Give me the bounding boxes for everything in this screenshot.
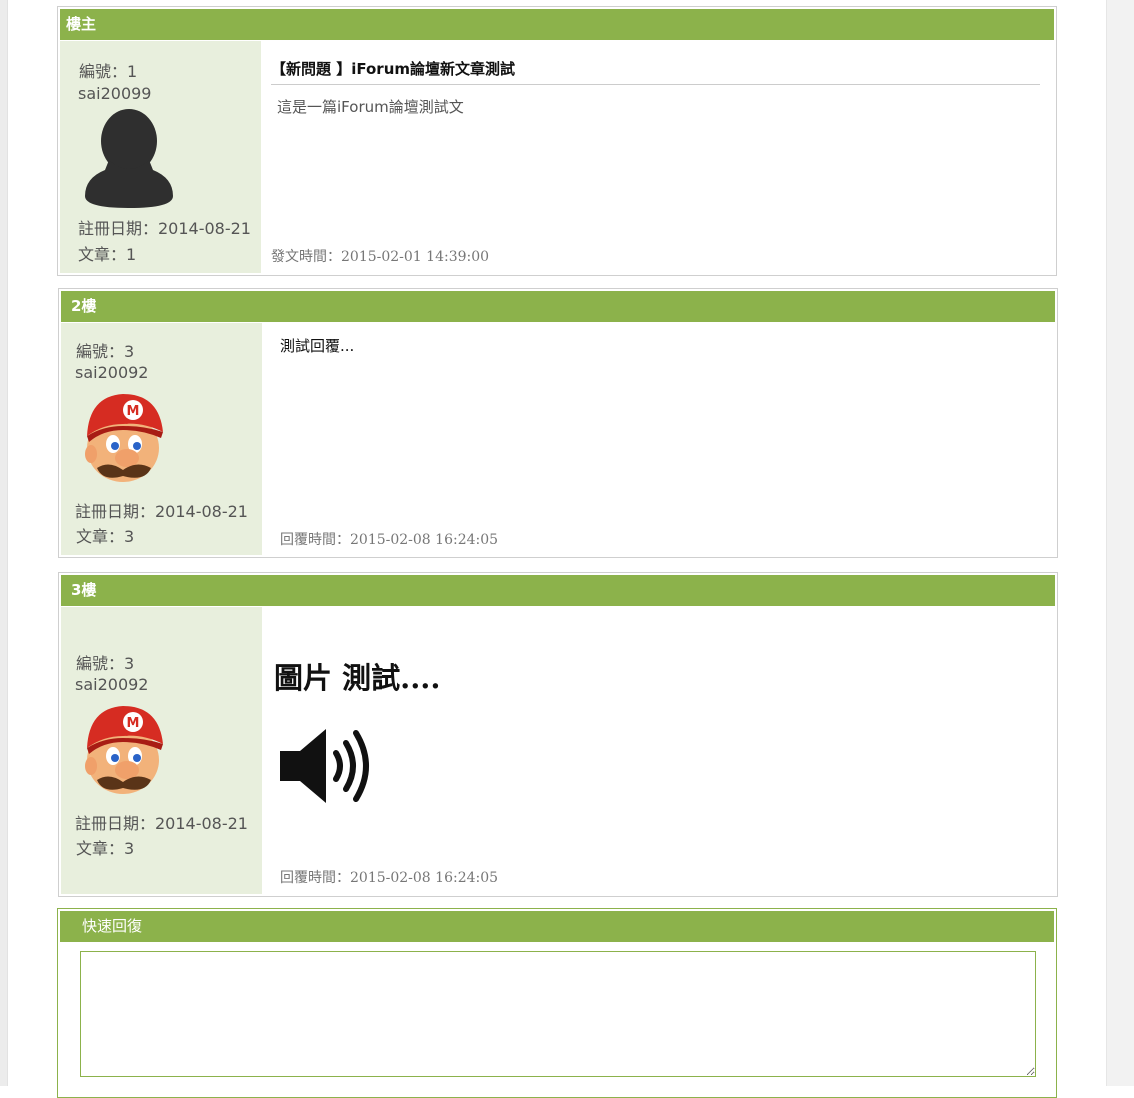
page-scrollbar[interactable] — [1106, 0, 1134, 1086]
quick-reply-title: 快速回復 — [60, 911, 1054, 942]
left-margin — [0, 0, 8, 1086]
register-date: 註冊日期：2014-08-21 — [78, 219, 251, 238]
user-info-panel: 編號：3 sai20092 M 註冊日期：2014-08-21 文章：3 — [61, 323, 262, 555]
post-count: 文章：1 — [78, 245, 137, 264]
username-link[interactable]: sai20099 — [78, 84, 151, 103]
user-number: 編號：3 — [76, 654, 135, 673]
post-time: 發文時間：2015-02-01 14:39:00 — [271, 249, 490, 265]
post-title: 【新問題 】iForum論壇新文章測試 — [271, 58, 1040, 85]
username-link[interactable]: sai20092 — [75, 675, 148, 694]
quick-reply-panel: 快速回復 — [57, 908, 1057, 1098]
register-date: 註冊日期：2014-08-21 — [75, 502, 248, 521]
post-floor-label: 3樓 — [61, 575, 1055, 606]
post-2: 2樓 編號：3 sai20092 M 註冊日期：2014-08-21 文章：3 — [58, 288, 1058, 558]
post-content: 圖片 測試.... 回覆時間：2015-02-08 16:24:05 — [262, 607, 1055, 894]
username-link[interactable]: sai20092 — [75, 363, 148, 382]
post-body-text: 測試回覆... — [280, 337, 355, 355]
svg-text:M: M — [127, 404, 140, 419]
post-3: 3樓 編號：3 sai20092 M 註冊日期：2014-08-21 文章：3 — [58, 572, 1058, 897]
user-info-panel: 編號：3 sai20092 M 註冊日期：2014-08-21 文章：3 — [61, 607, 262, 894]
quick-reply-textarea[interactable] — [80, 951, 1036, 1077]
register-date: 註冊日期：2014-08-21 — [75, 814, 248, 833]
post-content: 【新問題 】iForum論壇新文章測試 這是一篇iForum論壇測試文 發文時間… — [261, 41, 1054, 273]
mario-avatar: M — [83, 390, 179, 492]
user-number: 編號：1 — [79, 62, 138, 81]
post-body-text: 這是一篇iForum論壇測試文 — [277, 98, 464, 116]
post-body-heading: 圖片 測試.... — [274, 661, 441, 695]
svg-text:M: M — [127, 716, 140, 731]
post-content: 測試回覆... 回覆時間：2015-02-08 16:24:05 — [262, 323, 1055, 555]
post-time: 回覆時間：2015-02-08 16:24:05 — [280, 870, 499, 886]
post-count: 文章：3 — [76, 527, 135, 546]
post-count: 文章：3 — [76, 839, 135, 858]
post-1: 樓主 編號：1 sai20099 註冊日期：2014-08-21 文章：1 【新… — [57, 6, 1057, 276]
post-floor-label: 2樓 — [61, 291, 1055, 322]
user-number: 編號：3 — [76, 342, 135, 361]
speaker-icon — [278, 727, 374, 809]
mario-avatar: M — [83, 702, 179, 804]
post-floor-label: 樓主 — [60, 9, 1054, 40]
user-info-panel: 編號：1 sai20099 註冊日期：2014-08-21 文章：1 — [60, 41, 261, 273]
user-silhouette-avatar — [81, 108, 177, 210]
post-time: 回覆時間：2015-02-08 16:24:05 — [280, 532, 499, 548]
